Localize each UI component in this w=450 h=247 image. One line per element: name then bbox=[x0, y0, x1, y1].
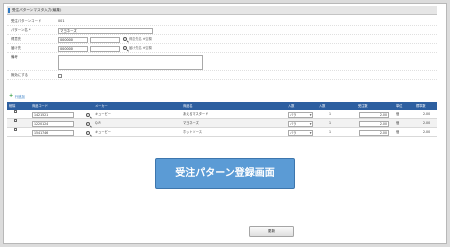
header-code: 商品コード bbox=[32, 104, 48, 108]
plus-icon: + bbox=[9, 93, 14, 99]
customer-row: 得意先 000000 得意先名 ※空欄 bbox=[7, 35, 437, 44]
maker-cell: キューピー bbox=[95, 112, 111, 116]
items-table: 削除 商品コード メーカー 商品名 入数 入数 受注数 単位 標準数 14215… bbox=[7, 102, 437, 137]
remarks-textarea[interactable] bbox=[58, 54, 203, 70]
pattern-code-label: 受注パターンコード bbox=[11, 19, 42, 23]
delivery-hint: 届け先名 ※空欄 bbox=[129, 46, 152, 50]
customer-code-input[interactable]: 000000 bbox=[58, 36, 88, 43]
trash-icon[interactable] bbox=[14, 119, 17, 123]
product-name-cell: ホットソース bbox=[183, 130, 202, 134]
unit-cell: 個 bbox=[396, 121, 400, 125]
delivery-label: 届け先 bbox=[11, 46, 22, 50]
add-row-link[interactable]: + 行追加 bbox=[9, 93, 25, 100]
customer-sub-input[interactable] bbox=[90, 36, 120, 43]
remarks-label: 備考 bbox=[11, 55, 18, 59]
delivery-search-icon[interactable] bbox=[123, 46, 127, 50]
trash-icon[interactable] bbox=[14, 110, 17, 114]
std-cell: 2.00 bbox=[423, 121, 431, 125]
unit-select[interactable]: バラ bbox=[288, 120, 313, 127]
product-name-cell: マヨネーズ bbox=[183, 121, 199, 125]
pattern-name-row: パターン名 * マヨネーズ bbox=[7, 26, 437, 35]
customer-hint: 得意先名 ※空欄 bbox=[129, 37, 152, 41]
maker-cell: キューピー bbox=[95, 130, 111, 134]
remarks-row: 備考 bbox=[7, 53, 437, 71]
product-search-icon[interactable] bbox=[86, 130, 90, 135]
irisu-cell: 1 bbox=[329, 121, 332, 125]
trash-icon[interactable] bbox=[14, 128, 17, 132]
page-title: 受注パターンマスタ入力(編集) bbox=[7, 6, 437, 15]
table-row: 1541746 キューピー ホットソース バラ 1 2.00 個 2.00 bbox=[7, 128, 437, 137]
irisu-cell: 1 bbox=[329, 112, 332, 116]
qty-input[interactable]: 2.00 bbox=[359, 111, 389, 118]
delivery-code-input[interactable]: 000000 bbox=[58, 45, 88, 52]
disable-checkbox[interactable] bbox=[58, 73, 62, 78]
product-code-input[interactable]: 1541746 bbox=[32, 129, 74, 136]
qty-input[interactable]: 2.00 bbox=[359, 120, 389, 127]
header-delete: 削除 bbox=[9, 104, 16, 108]
product-code-input[interactable]: 1421521 bbox=[32, 111, 74, 118]
product-search-icon[interactable] bbox=[86, 121, 90, 126]
unit-cell: 個 bbox=[396, 112, 400, 116]
pattern-name-label: パターン名 * bbox=[11, 28, 31, 32]
delivery-sub-input[interactable] bbox=[90, 45, 120, 52]
unit-cell: 個 bbox=[396, 130, 400, 134]
product-code-input[interactable]: 1220124 bbox=[32, 120, 74, 127]
disable-row: 無効にする bbox=[7, 71, 437, 80]
table-row: 1220124 Q.P. マヨネーズ バラ 1 2.00 個 2.00 bbox=[7, 119, 437, 128]
screen-caption-banner: 受注パターン登録画面 bbox=[155, 158, 295, 189]
pattern-name-input[interactable]: マヨネーズ bbox=[58, 27, 153, 34]
customer-label: 得意先 bbox=[11, 37, 22, 41]
maker-cell: Q.P. bbox=[95, 121, 101, 125]
unit-select[interactable]: バラ bbox=[288, 129, 313, 136]
header-irisu: 入数 bbox=[319, 104, 326, 108]
qty-input[interactable]: 2.00 bbox=[359, 129, 389, 136]
pattern-code-value: 001 bbox=[58, 19, 65, 23]
irisu-cell: 1 bbox=[329, 130, 332, 134]
pattern-form: 受注パターンコード 001 パターン名 * マヨネーズ 得意先 000000 得… bbox=[7, 17, 437, 80]
product-search-icon[interactable] bbox=[86, 112, 90, 117]
delivery-row: 届け先 000000 届け先名 ※空欄 bbox=[7, 44, 437, 53]
table-row: 1421521 キューピー あえるマスタード バラ 1 2.00 個 2.00 bbox=[7, 110, 437, 119]
header-unit: 単位 bbox=[396, 104, 403, 108]
std-cell: 2.00 bbox=[423, 130, 431, 134]
update-button[interactable]: 更新 bbox=[249, 226, 294, 237]
header-std: 標準数 bbox=[416, 104, 426, 108]
std-cell: 2.00 bbox=[423, 112, 431, 116]
header-name: 商品名 bbox=[183, 104, 193, 108]
customer-search-icon[interactable] bbox=[123, 37, 127, 41]
header-maker: メーカー bbox=[95, 104, 108, 108]
product-name-cell: あえるマスタード bbox=[183, 112, 209, 116]
header-irisu-select: 入数 bbox=[288, 104, 295, 108]
unit-select[interactable]: バラ bbox=[288, 111, 313, 118]
disable-label: 無効にする bbox=[11, 73, 28, 77]
pattern-code-row: 受注パターンコード 001 bbox=[7, 17, 437, 26]
add-row-label: 行追加 bbox=[14, 95, 25, 99]
header-qty: 受注数 bbox=[358, 104, 368, 108]
table-header: 削除 商品コード メーカー 商品名 入数 入数 受注数 単位 標準数 bbox=[7, 102, 437, 110]
